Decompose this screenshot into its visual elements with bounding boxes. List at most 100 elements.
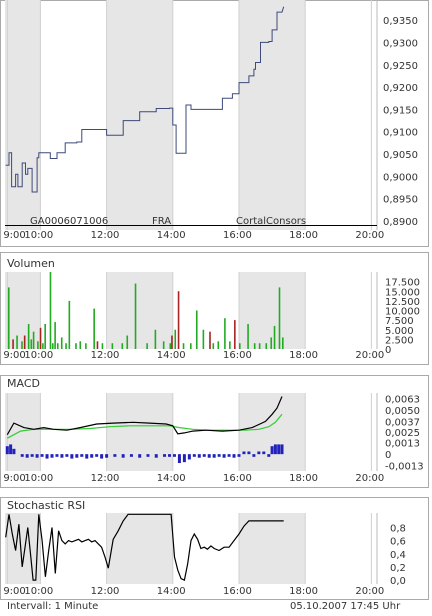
histogram-bar: [40, 454, 44, 457]
x-tick-label: 16:00: [223, 350, 252, 361]
histogram-bar: [105, 454, 109, 458]
time-band: [238, 393, 306, 471]
histogram-bar: [5, 446, 9, 455]
time-band: [106, 272, 173, 349]
histogram-bar: [252, 454, 256, 457]
y-tick-label: 0,0063: [385, 394, 420, 405]
panel-frame: [0, 375, 429, 488]
histogram-bar: [65, 454, 69, 457]
histogram-bar: [121, 454, 125, 458]
volume-bar: [162, 341, 165, 349]
y-tick-label: 0,0025: [385, 428, 420, 439]
panel-title: Volumen: [7, 257, 55, 270]
time-band: [106, 393, 173, 471]
x-tick-label: 12:00: [91, 230, 120, 241]
volume-bar: [234, 320, 236, 349]
histogram-bar: [197, 454, 201, 458]
x-tick-label: 10:00: [24, 586, 53, 597]
histogram-bar: [95, 454, 99, 457]
histogram-bar: [182, 454, 186, 463]
histogram-bar: [80, 454, 84, 457]
histogram-bar: [12, 448, 16, 455]
x-tick-label: 18:00: [289, 230, 318, 241]
x-tick-label: 14:00: [157, 473, 186, 484]
x-tick-label: 14:00: [157, 230, 186, 241]
volume-bar: [146, 343, 148, 349]
volume-bar: [79, 341, 82, 349]
histogram-bar: [113, 454, 117, 457]
y-tick-label: 0,0037: [385, 417, 420, 428]
y-tick-label: 0,9100: [383, 128, 418, 139]
volume-bar: [190, 343, 192, 349]
y-tick-label: 0: [385, 450, 391, 461]
volume-bar: [85, 343, 87, 349]
volume-bar: [111, 343, 114, 349]
chart-stage: 0,9350 0,9300 0,9250 0,9200 0,9150 0,9100 0,90…: [0, 0, 429, 612]
volume-bar: [54, 322, 56, 349]
histogram-bar: [138, 454, 142, 458]
y-tick-label: 0,8: [390, 523, 406, 534]
volume-bar: [177, 291, 180, 349]
volume-bar: [126, 335, 129, 349]
histogram-bar: [242, 451, 246, 455]
x-tick-label: 12:00: [91, 586, 120, 597]
volume-bar: [195, 310, 198, 349]
histogram-bar: [273, 444, 277, 455]
x-tick-label: 16:00: [223, 586, 252, 597]
histogram-bar: [217, 454, 221, 457]
histogram-bar: [90, 454, 94, 458]
volume-bar: [238, 343, 241, 349]
histogram-bar: [257, 451, 261, 455]
volume-bar: [278, 287, 281, 349]
volume-bar: [253, 343, 256, 349]
time-band: [5, 393, 41, 471]
volume-bar: [23, 335, 26, 349]
histogram-bar: [270, 446, 274, 455]
volume-bar: [21, 341, 23, 349]
x-tick-label: 16:00: [223, 473, 252, 484]
histogram-bar: [55, 454, 59, 457]
x-tick-label: 10:00: [24, 473, 53, 484]
histogram-bar: [146, 454, 150, 457]
volume-bar: [169, 343, 172, 349]
volume-bar: [68, 300, 71, 349]
y-tick-label: 0,0013: [385, 439, 420, 450]
time-band: [106, 513, 173, 584]
histogram-bar: [262, 451, 266, 455]
histogram-bar: [163, 454, 167, 457]
volume-bar: [247, 323, 249, 349]
histogram-bar: [75, 454, 79, 458]
histogram-bar: [280, 444, 284, 455]
histogram-bar: [207, 454, 211, 458]
histogram-bar: [227, 454, 231, 457]
time-band: [238, 272, 306, 349]
y-tick-label: 0: [385, 345, 391, 356]
histogram-bar: [277, 444, 281, 455]
panel-frame: [0, 0, 429, 247]
y-tick-label: 0,9200: [383, 83, 418, 94]
volume-bar: [60, 337, 63, 349]
histogram-bar: [247, 451, 251, 455]
volume-bar: [51, 343, 54, 349]
histogram-bar: [85, 454, 89, 459]
volume-bar: [282, 337, 284, 349]
y-tick-label: 0,8900: [383, 217, 418, 228]
volume-bar: [134, 283, 137, 349]
histogram-bar: [154, 454, 158, 458]
x-tick-label: 9:00: [3, 473, 25, 484]
time-band: [238, 513, 306, 584]
y-tick-label: 0,9250: [383, 61, 418, 72]
histogram-bar: [202, 454, 206, 457]
x-tick-label: 10:00: [24, 350, 53, 361]
histogram-bar: [167, 454, 171, 457]
histogram-bar: [187, 454, 191, 460]
panel-stochrsi: Stochastic RSI 0,8 0,6 0,4 0,2 0,0 9:0010:00 12…: [0, 497, 429, 600]
y-tick-label: -0,0013: [385, 462, 424, 473]
volume-bar: [30, 339, 33, 349]
histogram-bar: [9, 444, 13, 455]
panel-price: 0,9350 0,9300 0,9250 0,9200 0,9150 0,9100 0,90…: [0, 0, 429, 247]
x-tick-label: 14:00: [157, 350, 186, 361]
histogram-bar: [212, 454, 216, 458]
y-tick-label: 0,8950: [383, 195, 418, 206]
volume-bar: [49, 272, 52, 349]
